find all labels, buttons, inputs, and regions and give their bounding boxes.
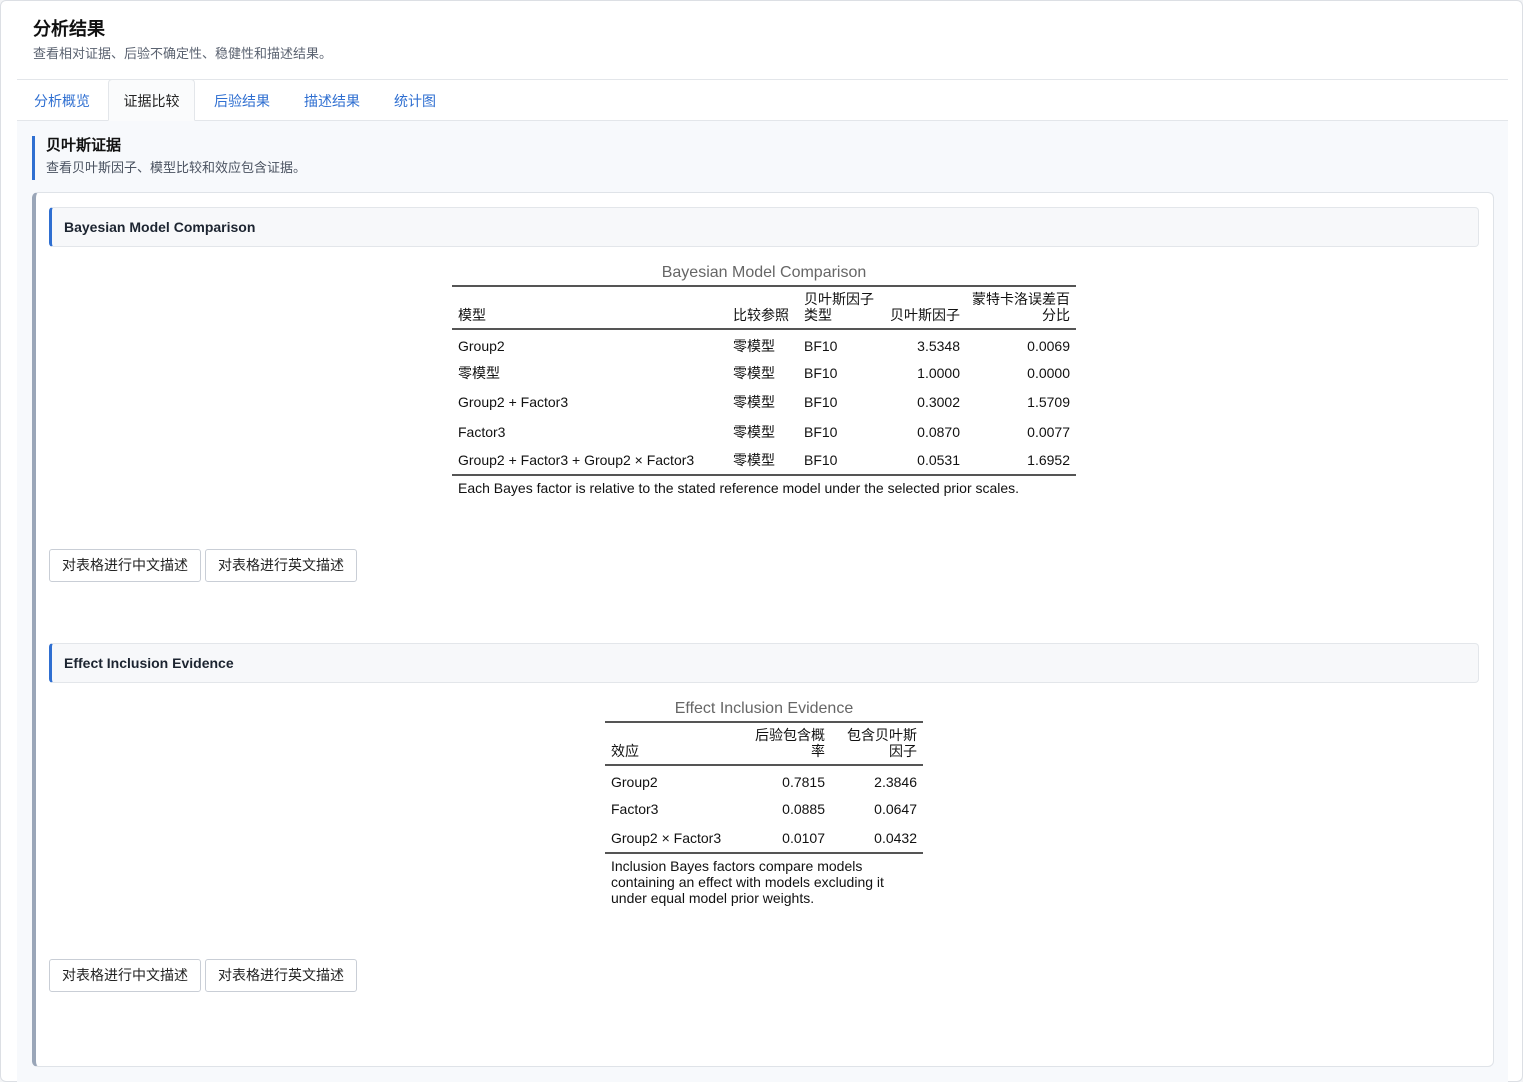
inclusion-panel-title: Effect Inclusion Evidence	[49, 643, 1479, 683]
tab-descriptives[interactable]: 描述结果	[303, 80, 361, 121]
section-header: 贝叶斯证据 查看贝叶斯因子、模型比较和效应包含证据。	[32, 136, 632, 180]
model-comparison-caption: Bayesian Model Comparison	[661, 264, 867, 281]
cell-inclusion-prob: 0.0107	[782, 829, 825, 846]
cell-inclusion-bf: 0.0647	[874, 800, 917, 817]
page-title: 分析结果	[33, 19, 105, 39]
cell-bf-type: BF10	[804, 394, 838, 411]
table-note: Inclusion Bayes factors compare models c…	[605, 851, 923, 906]
col-bf: 贝叶斯因子	[884, 285, 966, 330]
tab-overview[interactable]: 分析概览	[33, 80, 91, 121]
tab-plots[interactable]: 统计图	[393, 80, 437, 121]
table-row: Factor3 零模型 BF10 0.0870 0.0077	[452, 417, 1076, 446]
cell-model: Group2 + Factor3	[458, 394, 569, 411]
cell-reference: 零模型	[733, 452, 775, 469]
cell-mc-error: 1.5709	[1027, 394, 1070, 411]
cell-bf-type: BF10	[804, 452, 838, 469]
col-inclusion-bf: 包含贝叶斯因子	[831, 721, 923, 766]
cell-reference: 零模型	[733, 423, 775, 440]
col-mc-error: 蒙特卡洛误差百分比	[966, 285, 1076, 330]
cell-model: Factor3	[458, 423, 506, 440]
tab-evidence[interactable]: 证据比较	[108, 79, 195, 121]
table-note: Each Bayes factor is relative to the sta…	[452, 474, 1076, 497]
tab-content: 贝叶斯证据 查看贝叶斯因子、模型比较和效应包含证据。 Bayesian Mode…	[17, 121, 1508, 1082]
table-row: 零模型 零模型 BF10 1.0000 0.0000	[452, 358, 1076, 387]
col-reference: 比较参照	[727, 285, 798, 330]
cell-model: 零模型	[458, 364, 500, 381]
tab-bar: 分析概览 证据比较 后验结果 描述结果 统计图	[17, 79, 1508, 121]
section-subtitle: 查看贝叶斯因子、模型比较和效应包含证据。	[46, 160, 307, 175]
table-row: Group2 零模型 BF10 3.5348 0.0069	[452, 329, 1076, 358]
describe-table-chinese-button[interactable]: 对表格进行中文描述	[49, 549, 201, 582]
cell-bf: 0.0870	[917, 423, 960, 440]
describe-table-english-button[interactable]: 对表格进行英文描述	[205, 549, 357, 582]
section-title: 贝叶斯证据	[46, 137, 122, 154]
col-bf-type: 贝叶斯因子类型	[798, 285, 884, 330]
cell-mc-error: 0.0069	[1027, 337, 1070, 354]
app-window: 分析结果 查看相对证据、后验不确定性、稳健性和描述结果。 分析概览 证据比较 后…	[0, 0, 1523, 1082]
cell-inclusion-bf: 0.0432	[874, 829, 917, 846]
cell-mc-error: 0.0077	[1027, 423, 1070, 440]
cell-bf: 0.0531	[917, 452, 960, 469]
cell-inclusion-prob: 0.7815	[782, 773, 825, 790]
cell-bf-type: BF10	[804, 337, 838, 354]
cell-bf: 3.5348	[917, 337, 960, 354]
cell-mc-error: 0.0000	[1027, 364, 1070, 381]
cell-effect: Factor3	[611, 800, 659, 817]
model-comparison-table: 模型 比较参照 贝叶斯因子类型 贝叶斯因子 蒙特卡洛误差百分比 Group2 零…	[452, 285, 1076, 497]
cell-reference: 零模型	[733, 364, 775, 381]
cell-inclusion-prob: 0.0885	[782, 800, 825, 817]
col-effect: 效应	[605, 721, 747, 766]
tab-posterior[interactable]: 后验结果	[213, 80, 271, 121]
evidence-card: Bayesian Model Comparison Bayesian Model…	[32, 192, 1494, 1067]
describe-table-chinese-button[interactable]: 对表格进行中文描述	[49, 959, 201, 992]
table-row: Group2 + Factor3 零模型 BF10 0.3002 1.5709	[452, 388, 1076, 417]
cell-bf: 0.3002	[917, 394, 960, 411]
cell-reference: 零模型	[733, 394, 775, 411]
cell-model: Group2	[458, 337, 505, 354]
table-row: Group2 × Factor3 0.0107 0.0432	[605, 824, 923, 853]
cell-bf-type: BF10	[804, 364, 838, 381]
col-model: 模型	[452, 285, 727, 330]
table-row: Group2 + Factor3 + Group2 × Factor3 零模型 …	[452, 446, 1076, 475]
cell-reference: 零模型	[733, 337, 775, 354]
col-inclusion-prob: 后验包含概率	[747, 721, 831, 766]
cell-bf-type: BF10	[804, 423, 838, 440]
page-subtitle: 查看相对证据、后验不确定性、稳健性和描述结果。	[33, 46, 333, 61]
cell-inclusion-bf: 2.3846	[874, 773, 917, 790]
cell-bf: 1.0000	[917, 364, 960, 381]
cell-effect: Group2	[611, 773, 658, 790]
inclusion-caption: Effect Inclusion Evidence	[674, 700, 854, 717]
cell-model: Group2 + Factor3 + Group2 × Factor3	[458, 452, 695, 469]
inclusion-table: 效应 后验包含概率 包含贝叶斯因子 Group2 0.7815 2.3846 F…	[605, 721, 923, 906]
inclusion-table-wrap: Effect Inclusion Evidence 效应 后验包含概率 包含贝叶…	[605, 699, 923, 906]
model-comparison-table-wrap: Bayesian Model Comparison 模型 比较参照 贝叶斯因子类…	[452, 263, 1076, 497]
page-header: 分析结果 查看相对证据、后验不确定性、稳健性和描述结果。	[33, 17, 332, 63]
cell-mc-error: 1.6952	[1027, 452, 1070, 469]
cell-effect: Group2 × Factor3	[611, 829, 722, 846]
model-comparison-panel-title: Bayesian Model Comparison	[49, 207, 1479, 247]
table-row: Factor3 0.0885 0.0647	[605, 794, 923, 823]
describe-table-english-button[interactable]: 对表格进行英文描述	[205, 959, 357, 992]
table-row: Group2 0.7815 2.3846	[605, 765, 923, 794]
